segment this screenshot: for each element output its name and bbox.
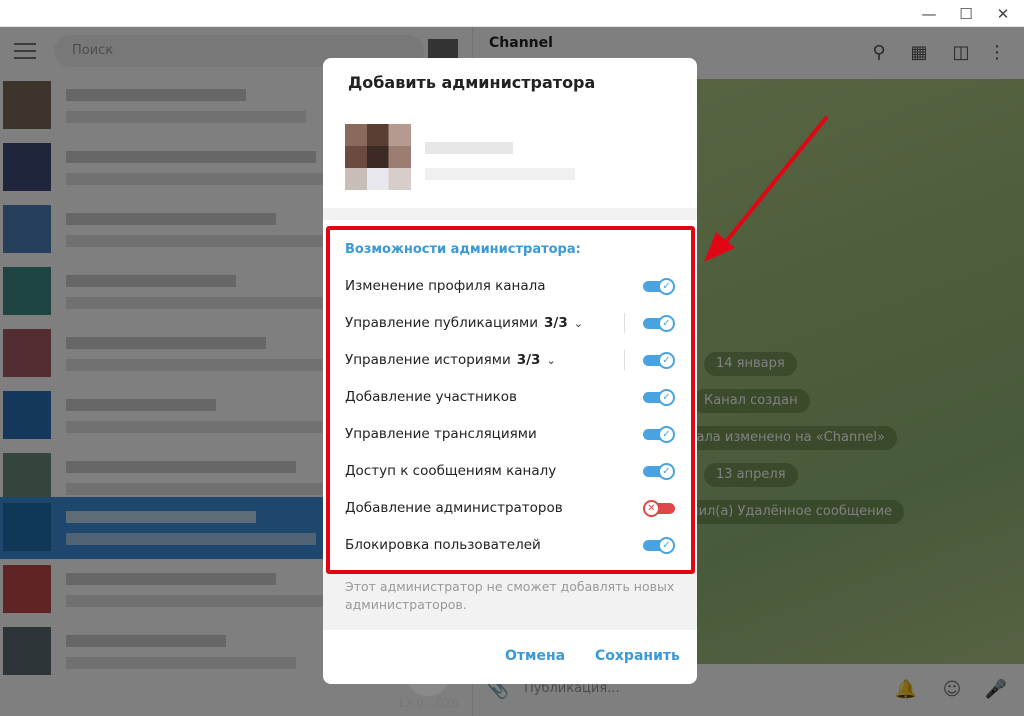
admin-note: Этот администратор не сможет добавлять н…: [345, 579, 675, 612]
user-name-blur: [425, 142, 513, 154]
minimize-button[interactable]: —: [912, 0, 946, 27]
save-button[interactable]: Сохранить: [595, 648, 680, 664]
section-divider: [323, 208, 697, 220]
cancel-button[interactable]: Отмена: [505, 648, 565, 664]
user-status-blur: [425, 168, 575, 180]
maximize-button[interactable]: ☐: [949, 0, 983, 27]
window-titlebar: — ☐ ✕: [0, 0, 1024, 27]
note-band: Этот администратор не сможет добавлять н…: [323, 570, 697, 630]
user-avatar: [345, 124, 411, 190]
dialog-title: Добавить администратора: [348, 73, 596, 92]
highlight-frame: [326, 226, 695, 574]
close-window-button[interactable]: ✕: [986, 0, 1020, 27]
chat-timestamp: 13.0…026: [397, 696, 459, 710]
